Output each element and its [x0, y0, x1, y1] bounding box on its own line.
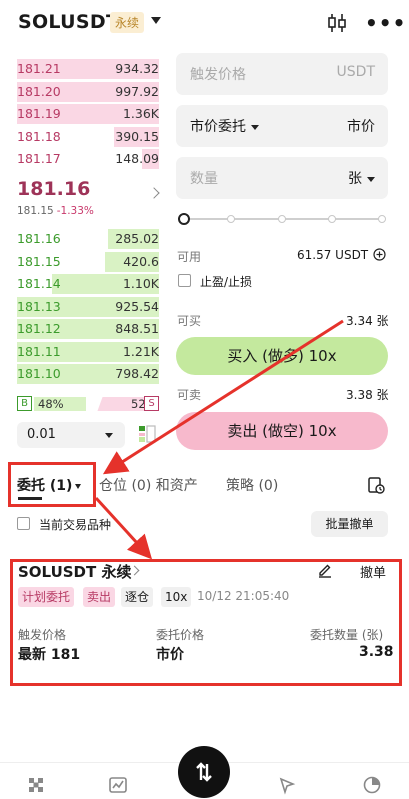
orderbook-layout-icon[interactable] — [137, 424, 157, 444]
bid-row[interactable]: 181.11 1.21K — [17, 341, 159, 363]
slider-step[interactable] — [328, 215, 336, 223]
trade-center-button[interactable] — [178, 746, 230, 798]
buy-long-button[interactable]: 买入 (做多) 10x — [176, 337, 388, 375]
candlestick-icon[interactable] — [327, 13, 347, 33]
quantity-placeholder: 数量 — [190, 171, 218, 187]
order-history-icon[interactable] — [367, 476, 385, 494]
tab-strategy[interactable]: 策略 (0) — [226, 475, 278, 495]
quantity-field[interactable]: 数量 张 — [176, 157, 388, 199]
mark-price: 181.15 -1.33% — [17, 205, 94, 217]
ask-row[interactable]: 181.20 997.92 — [17, 81, 159, 103]
ask-price: 181.18 — [17, 128, 61, 144]
ask-row[interactable]: 181.19 1.36K — [17, 103, 159, 125]
home-grid-icon[interactable] — [26, 775, 46, 795]
last-price: 181.16 — [17, 178, 91, 200]
bid-quantity: 1.10K — [122, 276, 159, 291]
ask-price: 181.20 — [17, 83, 61, 99]
ask-price: 181.17 — [17, 151, 61, 166]
sell-short-button[interactable]: 卖出 (做空) 10x — [176, 412, 388, 450]
bid-row[interactable]: 181.13 925.54 — [17, 296, 159, 318]
bid-quantity: 848.51 — [115, 321, 159, 336]
buy-ratio-value: 48% — [38, 397, 64, 411]
slider-step[interactable] — [278, 215, 286, 223]
bid-row[interactable]: 181.10 798.42 — [17, 363, 159, 385]
trigger-price-field[interactable]: 触发价格 USDT — [176, 53, 388, 95]
ask-row[interactable]: 181.17 148.09 — [17, 148, 159, 170]
bid-price: 181.12 — [17, 321, 61, 336]
ask-quantity: 1.36K — [122, 106, 159, 121]
order-type-select[interactable]: 市价委托 — [190, 116, 259, 136]
order-type-label: 市价委托 — [190, 119, 246, 135]
precision-select[interactable]: 0.01 — [17, 422, 125, 448]
ask-quantity: 934.32 — [115, 61, 159, 76]
annotation-box-order-card — [10, 559, 402, 686]
swap-arrows-icon — [196, 762, 212, 782]
symbol-title[interactable]: SOLUSDT — [18, 11, 119, 33]
market-chart-icon[interactable] — [108, 775, 128, 795]
trigger-price-unit: USDT — [336, 64, 375, 80]
slider-knob[interactable] — [178, 213, 190, 225]
ask-price: 181.19 — [17, 106, 61, 121]
bid-quantity: 798.42 — [115, 366, 159, 381]
add-circle-icon[interactable] — [373, 248, 386, 261]
annotation-box-orders-tab — [8, 462, 96, 507]
sell-ratio-badge: S — [144, 396, 159, 411]
bid-quantity: 1.21K — [122, 343, 159, 359]
bid-row[interactable]: 181.14 1.10K — [17, 273, 159, 295]
precision-value: 0.01 — [27, 427, 56, 442]
chevron-down-icon — [367, 176, 375, 182]
can-buy-label: 可买 — [177, 314, 202, 328]
quantity-unit-select[interactable]: 张 — [348, 168, 375, 188]
slider-step[interactable] — [227, 215, 235, 223]
buy-sell-ratio: B 48% 52% S — [17, 396, 160, 412]
bid-quantity: 420.6 — [123, 253, 159, 269]
tp-sl-label: 止盈/止损 — [200, 275, 253, 289]
bid-price: 181.15 — [17, 253, 61, 269]
ask-price: 181.21 — [17, 61, 61, 76]
tp-sl-checkbox[interactable] — [178, 274, 191, 287]
bid-price: 181.16 — [17, 231, 61, 246]
order-type-field[interactable]: 市价委托 市价 — [176, 105, 388, 147]
tab-positions[interactable]: 仓位 (0) 和资产 — [99, 475, 198, 495]
bid-price: 181.13 — [17, 298, 61, 314]
batch-cancel-button[interactable]: 批量撤单 — [311, 511, 388, 537]
price-mode: 市价 — [347, 119, 375, 135]
can-sell-value: 3.38 张 — [346, 388, 389, 402]
more-dots-icon[interactable]: ••• — [365, 13, 406, 33]
symbol-dropdown-icon[interactable] — [151, 17, 161, 24]
ask-quantity: 390.15 — [115, 128, 159, 144]
current-symbol-label: 当前交易品种 — [39, 518, 112, 532]
chevron-right-icon[interactable] — [148, 187, 160, 199]
perpetual-badge: 永续 — [110, 12, 145, 33]
current-symbol-checkbox[interactable] — [17, 517, 30, 530]
can-buy-value: 3.34 张 — [346, 314, 389, 328]
chevron-down-icon — [105, 433, 113, 438]
bid-price: 181.10 — [17, 366, 61, 381]
slider-step[interactable] — [378, 215, 386, 223]
chevron-down-icon — [251, 124, 259, 130]
ask-quantity: 148.09 — [115, 151, 159, 166]
available-value: 61.57 USDT — [297, 248, 369, 262]
assets-pie-icon[interactable] — [362, 775, 382, 795]
buy-ratio-badge: B — [17, 396, 32, 411]
bid-quantity: 925.54 — [115, 298, 159, 314]
header-bar: SOLUSDT 永续 ••• — [0, 0, 409, 46]
can-sell-label: 可卖 — [177, 388, 202, 402]
discover-compass-icon[interactable] — [277, 775, 297, 795]
bid-price: 181.14 — [17, 276, 61, 291]
ask-row[interactable]: 181.18 390.15 — [17, 126, 159, 148]
bid-row[interactable]: 181.16 285.02 — [17, 228, 159, 250]
price-change: -1.33% — [56, 205, 94, 217]
mark-price-value: 181.15 — [17, 205, 54, 217]
trigger-price-placeholder: 触发价格 — [190, 67, 246, 83]
leverage-slider[interactable] — [178, 212, 388, 226]
bid-row[interactable]: 181.12 848.51 — [17, 318, 159, 340]
quantity-unit: 张 — [348, 171, 362, 187]
bid-quantity: 285.02 — [115, 231, 159, 246]
bid-row[interactable]: 181.15 420.6 — [17, 251, 159, 273]
ask-quantity: 997.92 — [115, 83, 159, 99]
ask-row[interactable]: 181.21 934.32 — [17, 58, 159, 80]
available-label: 可用 — [177, 250, 202, 264]
bid-price: 181.11 — [17, 343, 61, 359]
